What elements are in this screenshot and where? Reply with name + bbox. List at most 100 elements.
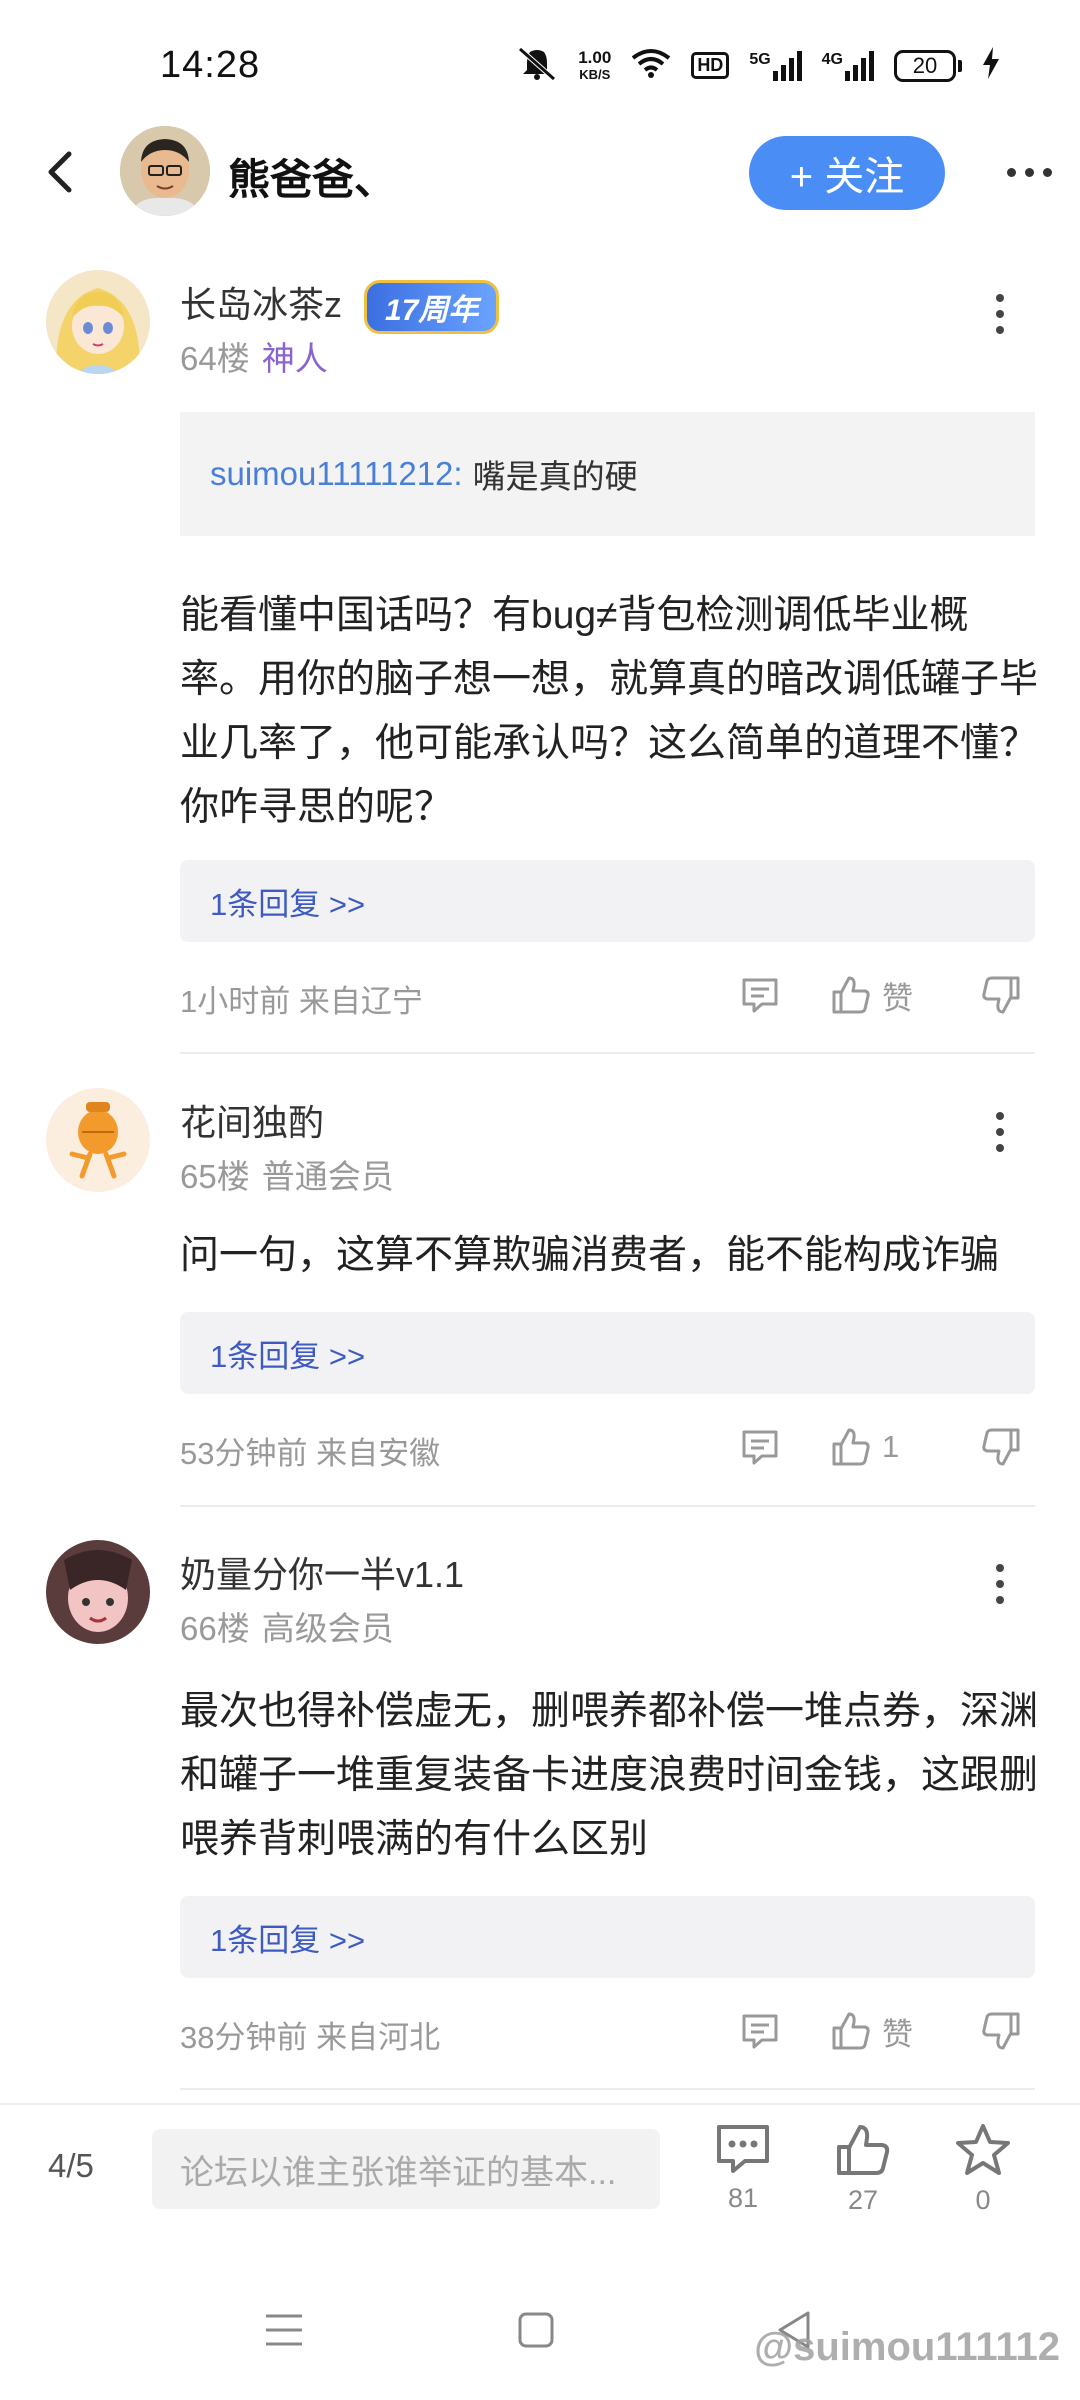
commenter-name[interactable]: 花间独酌	[180, 1094, 324, 1146]
favorite-button[interactable]: 0	[938, 2123, 1028, 2216]
comment-icon	[742, 2014, 778, 2049]
comment-menu-button[interactable]	[985, 284, 1015, 344]
back-button[interactable]	[30, 142, 90, 202]
signal-4g-icon: 4G	[821, 50, 874, 81]
floor-info: 65楼 普通会员	[180, 1150, 394, 1198]
commenter-avatar[interactable]	[46, 270, 150, 374]
author-avatar[interactable]	[120, 126, 210, 216]
battery-icon: 20	[894, 49, 962, 82]
commenter-name[interactable]: 奶量分你一半v1.1	[180, 1546, 464, 1598]
status-bar: 14:28 1.00 KB/S HD 5G 4G 20	[0, 0, 1080, 130]
follow-button[interactable]: + 关注	[749, 136, 945, 210]
floor-info: 66楼 高级会员	[180, 1602, 394, 1650]
hd-icon: HD	[691, 52, 730, 79]
quoted-text: 嘴是真的硬	[472, 458, 638, 495]
status-icons: 1.00 KB/S HD 5G 4G 20	[516, 46, 1000, 85]
net-speed: 1.00 KB/S	[578, 49, 611, 83]
bottom-action-bar: 4/5 论坛以谁主张谁举证的基本... 81 27 0	[0, 2103, 1080, 2263]
comment-menu-button[interactable]	[985, 1554, 1015, 1614]
more-options-button[interactable]	[994, 152, 1064, 192]
dislike-action[interactable]	[980, 2006, 1022, 2056]
comments-count: 81	[727, 2183, 759, 2213]
comment-text: 问一句，这算不算欺骗消费者，能不能构成诈骗	[180, 1234, 1000, 1277]
favorites-count: 0	[975, 2185, 991, 2215]
dislike-action[interactable]	[980, 970, 1022, 1020]
menu-button[interactable]	[254, 2305, 314, 2355]
home-icon	[518, 2312, 554, 2348]
commenter-name-text: 长岛冰茶z	[180, 284, 343, 325]
page-indicator[interactable]: 4/5	[48, 2147, 94, 2185]
like-label: 赞	[882, 2016, 913, 2052]
more-icon-dot	[1006, 167, 1016, 177]
member-level: 神人	[261, 340, 328, 377]
reply-action[interactable]	[740, 970, 780, 1020]
thumbs-up-icon	[837, 2125, 890, 2175]
commenter-avatar[interactable]	[46, 1540, 150, 1644]
watermark: @suimou111112	[754, 2325, 1060, 2369]
floor-number: 64楼	[180, 340, 250, 377]
signal-5g-label: 5G	[749, 50, 771, 68]
like-action[interactable]: 1	[830, 1422, 899, 1472]
comment-footer: 53分钟前 来自安徽 1	[180, 1422, 1040, 1472]
menu-icon	[266, 2314, 302, 2346]
member-level: 普通会员	[261, 1158, 394, 1195]
status-time: 14:28	[160, 44, 261, 86]
comment-text: 能看懂中国话吗？有bug≠背包检测调低毕业概率。用你的脑子想一想，就算真的暗改调…	[180, 594, 1039, 829]
thumbs-up-icon	[832, 2012, 870, 2050]
charging-icon	[982, 47, 1000, 84]
comment-text: 最次也得补偿虚无，删喂养都补偿一堆点券，深渊和罐子一堆重复装备卡进度浪费时间金钱…	[180, 1690, 1039, 1861]
reply-action[interactable]	[740, 2006, 780, 2056]
mute-icon	[516, 46, 558, 85]
comment-divider	[180, 1505, 1035, 1507]
comment-bubble-icon	[717, 2125, 769, 2173]
dislike-action[interactable]	[980, 1422, 1022, 1472]
comment-footer: 1小时前 来自辽宁 赞	[180, 970, 1040, 1020]
back-arrow-icon	[48, 151, 72, 193]
comment-divider	[180, 2088, 1035, 2090]
like-action[interactable]: 赞	[830, 2006, 913, 2056]
quoted-user[interactable]: suimou11111212:	[210, 455, 463, 493]
home-button[interactable]	[506, 2305, 566, 2355]
comment-time: 1小时前 来自辽宁	[180, 984, 423, 1019]
comment-icon	[742, 1430, 778, 1465]
signal-5g-icon: 5G	[749, 50, 802, 81]
thumbs-up-icon	[832, 976, 870, 1014]
replies-link[interactable]: 1条回复 >>	[180, 1896, 1035, 1978]
commenter-avatar[interactable]	[46, 1088, 150, 1192]
net-speed-value: 1.00	[578, 47, 612, 67]
comment-time: 53分钟前 来自安徽	[180, 1436, 441, 1471]
floor-number: 65楼	[180, 1158, 250, 1195]
like-label: 赞	[882, 980, 913, 1016]
like-action[interactable]: 赞	[830, 970, 913, 1020]
likes-count: 27	[847, 2185, 879, 2215]
replies-link[interactable]: 1条回复 >>	[180, 860, 1035, 942]
anniversary-badge: 17周年	[364, 280, 500, 335]
net-speed-unit: KB/S	[579, 66, 611, 82]
comment-icon	[742, 978, 778, 1013]
comment-time: 38分钟前 来自河北	[180, 2020, 441, 2055]
thumbs-down-icon	[982, 1428, 1020, 1466]
author-name[interactable]: 熊爸爸、	[228, 146, 396, 207]
comments-button[interactable]: 81	[698, 2123, 788, 2214]
comment-divider	[180, 1052, 1035, 1054]
floor-number: 66楼	[180, 1610, 250, 1647]
comment-menu-button[interactable]	[985, 1102, 1015, 1162]
star-icon	[956, 2124, 1010, 2175]
signal-4g-label: 4G	[821, 50, 843, 68]
like-count: 1	[882, 1429, 900, 1464]
comment-footer: 38分钟前 来自河北 赞	[180, 2006, 1040, 2056]
wifi-icon	[631, 48, 671, 83]
thumbs-up-icon	[832, 1428, 870, 1466]
reply-action[interactable]	[740, 1422, 780, 1472]
commenter-name[interactable]: 长岛冰茶z 17周年	[180, 276, 500, 335]
quoted-reply[interactable]: suimou11111212: 嘴是真的硬	[180, 412, 1035, 536]
thumbs-down-icon	[982, 976, 1020, 1014]
battery-level: 20	[894, 49, 956, 82]
member-level: 高级会员	[261, 1610, 394, 1647]
thumbs-down-icon	[982, 2012, 1020, 2050]
replies-link[interactable]: 1条回复 >>	[180, 1312, 1035, 1394]
thread-header: 熊爸爸、 + 关注	[0, 120, 1080, 224]
reply-input[interactable]: 论坛以谁主张谁举证的基本...	[152, 2129, 660, 2209]
floor-info: 64楼 神人	[180, 332, 328, 380]
like-button[interactable]: 27	[818, 2123, 908, 2216]
